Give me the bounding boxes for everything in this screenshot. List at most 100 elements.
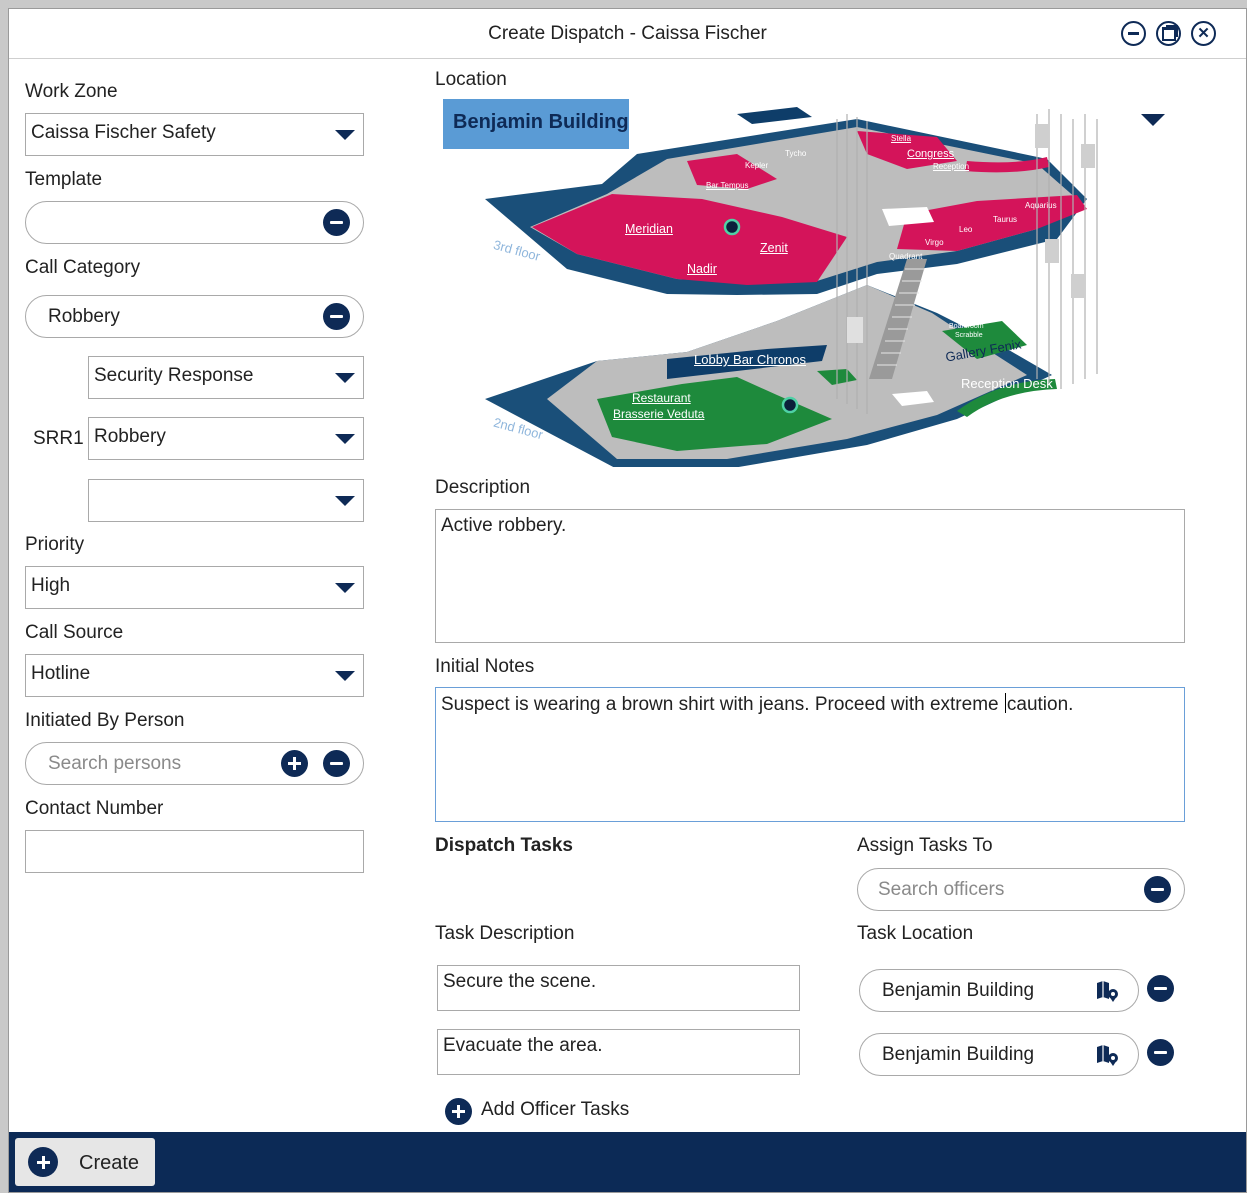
subcategory-code: SRR1 xyxy=(33,428,84,449)
room-leo[interactable]: Leo xyxy=(959,225,972,234)
priority-dropdown[interactable]: High xyxy=(25,566,364,609)
notes-text-before-caret: Suspect is wearing a brown shirt with je… xyxy=(441,694,1004,715)
chevron-down-icon xyxy=(335,373,355,383)
task-location-header: Task Location xyxy=(857,923,974,944)
footer-bar: Create xyxy=(9,1132,1246,1192)
room-tycho[interactable]: Tycho xyxy=(785,149,806,158)
initiated-by-label: Initiated By Person xyxy=(25,710,185,731)
clear-person-icon[interactable] xyxy=(323,750,350,777)
contact-number-field[interactable] xyxy=(25,830,364,873)
minimize-icon[interactable] xyxy=(1121,21,1146,46)
add-person-icon[interactable] xyxy=(281,750,308,777)
room-boardroom[interactable]: Boardroom xyxy=(949,323,984,330)
clear-template-icon[interactable] xyxy=(323,209,350,236)
add-officer-tasks-button[interactable]: Add Officer Tasks xyxy=(445,1096,655,1126)
task-location-value: Benjamin Building xyxy=(882,980,1035,1001)
subcategory-1-dropdown[interactable]: Security Response xyxy=(88,356,364,399)
search-officers-placeholder: Search officers xyxy=(878,879,1005,900)
room-stella[interactable]: Stella xyxy=(891,134,911,143)
room-brasserie[interactable]: Brasserie Veduta xyxy=(613,407,704,421)
room-reception-desk[interactable]: Reception Desk xyxy=(961,376,1053,391)
room-meridian[interactable]: Meridian xyxy=(625,222,673,236)
task-location-field[interactable]: Benjamin Building xyxy=(859,1033,1139,1076)
create-button[interactable]: Create xyxy=(15,1138,155,1186)
task-location-value: Benjamin Building xyxy=(882,1044,1035,1065)
room-taurus[interactable]: Taurus xyxy=(993,215,1017,224)
room-scrabble[interactable]: Scrabble xyxy=(955,332,983,339)
dispatch-tasks-heading: Dispatch Tasks xyxy=(435,835,573,856)
room-congress[interactable]: Congress xyxy=(907,148,954,160)
chevron-down-icon xyxy=(335,130,355,140)
work-zone-label: Work Zone xyxy=(25,81,118,102)
room-lobby-bar[interactable]: Lobby Bar Chronos xyxy=(694,352,806,367)
initial-notes-label: Initial Notes xyxy=(435,656,535,677)
room-nadir[interactable]: Nadir xyxy=(687,262,717,276)
add-icon xyxy=(445,1098,472,1125)
room-virgo[interactable]: Virgo xyxy=(925,238,944,247)
contact-number-label: Contact Number xyxy=(25,798,164,819)
template-field[interactable] xyxy=(25,201,364,244)
description-field[interactable]: Active robbery. xyxy=(435,509,1185,643)
room-quadrant[interactable]: Quadrant xyxy=(889,252,922,261)
remove-task-icon[interactable] xyxy=(1147,1039,1174,1066)
room-bar-tempus[interactable]: Bar Tempus xyxy=(706,181,749,190)
building-label: Benjamin Building xyxy=(443,99,629,149)
call-category-field[interactable]: Robbery xyxy=(25,295,364,338)
work-zone-value: Caissa Fischer Safety xyxy=(31,122,216,143)
task-description-header: Task Description xyxy=(435,923,575,944)
text-caret xyxy=(1004,693,1006,713)
subcategory-2-dropdown[interactable]: Robbery xyxy=(88,417,364,460)
assign-officers-search[interactable]: Search officers xyxy=(857,868,1185,911)
chevron-down-icon xyxy=(335,671,355,681)
initiated-by-search[interactable]: Search persons xyxy=(25,742,364,785)
description-value: Active robbery. xyxy=(441,515,567,536)
task-location-field[interactable]: Benjamin Building xyxy=(859,969,1139,1012)
work-zone-dropdown[interactable]: Caissa Fischer Safety xyxy=(25,113,364,156)
create-dispatch-window: Create Dispatch - Caissa Fischer ✕ Work … xyxy=(8,8,1247,1193)
map-pin-icon[interactable] xyxy=(1096,979,1120,1003)
task-description-field[interactable]: Secure the scene. xyxy=(437,965,800,1011)
close-icon[interactable]: ✕ xyxy=(1191,21,1216,46)
subcategory-1-value: Security Response xyxy=(94,365,254,386)
assign-tasks-label: Assign Tasks To xyxy=(857,835,993,856)
location-label: Location xyxy=(435,69,507,90)
description-label: Description xyxy=(435,477,531,498)
call-category-label: Call Category xyxy=(25,257,141,278)
call-source-dropdown[interactable]: Hotline xyxy=(25,654,364,697)
building-dropdown-icon[interactable] xyxy=(1141,114,1165,126)
create-button-label: Create xyxy=(79,1152,140,1174)
remove-task-icon[interactable] xyxy=(1147,975,1174,1002)
clear-officers-icon[interactable] xyxy=(1144,876,1171,903)
room-restaurant[interactable]: Restaurant xyxy=(632,391,691,405)
chevron-down-icon xyxy=(335,583,355,593)
add-officer-tasks-label: Add Officer Tasks xyxy=(481,1099,630,1120)
map-pin-icon[interactable] xyxy=(1096,1043,1120,1067)
template-label: Template xyxy=(25,169,103,190)
search-persons-placeholder: Search persons xyxy=(48,753,182,774)
window-title: Create Dispatch - Caissa Fischer xyxy=(488,23,767,44)
chevron-down-icon xyxy=(335,434,355,444)
priority-label: Priority xyxy=(25,534,85,555)
task-description-value: Secure the scene. xyxy=(443,971,597,992)
title-bar: Create Dispatch - Caissa Fischer ✕ xyxy=(9,9,1246,59)
initial-notes-value: Suspect is wearing a brown shirt with je… xyxy=(441,693,1073,716)
task-description-value: Evacuate the area. xyxy=(443,1035,603,1056)
priority-value: High xyxy=(31,575,71,596)
room-aquarius[interactable]: Aquarius xyxy=(1025,201,1057,210)
room-kepler[interactable]: Kepler xyxy=(745,161,768,170)
subcategory-3-dropdown[interactable] xyxy=(88,479,364,522)
notes-text-after-caret: caution. xyxy=(1006,694,1074,715)
subcategory-2-value: Robbery xyxy=(94,426,166,447)
floor-map-graphic xyxy=(485,107,1098,467)
initial-notes-field[interactable]: Suspect is wearing a brown shirt with je… xyxy=(435,687,1185,822)
task-description-field[interactable]: Evacuate the area. xyxy=(437,1029,800,1075)
floor-map[interactable]: 3rd floor 2nd floor Meridian Zenit Nadir… xyxy=(437,99,1187,467)
room-zenit[interactable]: Zenit xyxy=(760,241,788,255)
room-reception[interactable]: Reception xyxy=(933,162,969,171)
plus-icon xyxy=(28,1147,58,1177)
chevron-down-icon xyxy=(335,496,355,506)
maximize-icon[interactable] xyxy=(1156,21,1181,46)
call-category-value: Robbery xyxy=(48,306,120,327)
call-source-label: Call Source xyxy=(25,622,124,643)
clear-call-category-icon[interactable] xyxy=(323,303,350,330)
